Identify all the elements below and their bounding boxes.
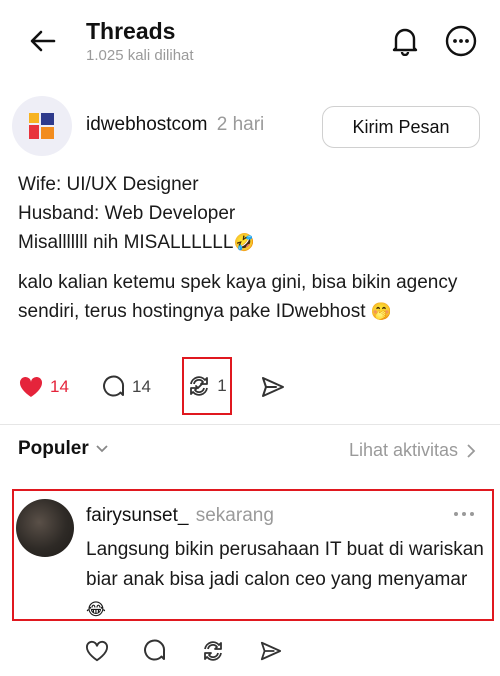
reply-more-button[interactable] [454, 509, 478, 519]
chevron-right-icon [467, 443, 476, 458]
comment-icon [103, 375, 125, 397]
share-button[interactable] [260, 362, 286, 412]
comment-icon [144, 639, 166, 661]
dot-icon [462, 512, 466, 516]
reply-like-button[interactable] [82, 636, 112, 666]
sort-dropdown[interactable]: Populer [18, 438, 109, 460]
dot-icon [470, 512, 474, 516]
post-author[interactable]: idwebhostcom 2 hari [86, 114, 264, 136]
reply-handle[interactable]: fairysunset_ [86, 505, 188, 526]
reply-item: fairysunset_ sekarang Langsung bikin per… [12, 489, 494, 621]
bell-icon [392, 28, 418, 56]
giggle-emoji: 🤭 [370, 302, 392, 322]
activity-label: Lihat aktivitas [348, 440, 458, 460]
reply-actions [0, 628, 500, 672]
heart-filled-icon [19, 376, 43, 397]
post-line-text: Misalllllll nih MISALLLLLL [18, 232, 234, 253]
more-options-button[interactable] [444, 24, 478, 58]
rofl-emoji: 🤣 [233, 233, 255, 253]
reply-text: Langsung bikin perusahaan IT buat di war… [86, 535, 486, 625]
post-line: Misalllllll nih MISALLLLLL🤣 [18, 228, 488, 258]
post-time: 2 hari [216, 114, 265, 135]
post-text-block-2: kalo kalian ketemu spek kaya gini, bisa … [18, 268, 488, 327]
author-handle[interactable]: idwebhostcom [86, 114, 207, 135]
reply-author[interactable]: fairysunset_ sekarang [86, 505, 274, 527]
reply-comment-button[interactable] [140, 636, 170, 666]
joy-emoji: 😂 [86, 600, 106, 620]
top-bar: Threads 1.025 kali dilihat [0, 0, 500, 82]
sort-label: Populer [18, 438, 89, 459]
chevron-down-icon [96, 445, 108, 453]
comment-button[interactable]: 14 [102, 362, 151, 412]
send-icon [262, 377, 284, 397]
reply-repost-button[interactable] [198, 636, 228, 666]
send-icon [260, 641, 282, 661]
repost-icon [190, 376, 209, 396]
heart-icon [86, 640, 108, 662]
reply-avatar[interactable] [16, 499, 74, 557]
post-line: Husband: Web Developer [18, 203, 236, 224]
view-activity-link[interactable]: Lihat aktivitas [349, 440, 476, 461]
like-count: 14 [50, 377, 69, 396]
back-button[interactable] [26, 24, 60, 58]
arrow-left-icon [30, 30, 56, 52]
like-button[interactable]: 14 [18, 362, 69, 412]
more-circle-icon [445, 25, 477, 57]
reply-body: Langsung bikin perusahaan IT buat di war… [86, 539, 484, 590]
repost-icon [204, 641, 222, 661]
post-actions: 14 14 1 [0, 357, 500, 415]
section-divider [0, 424, 500, 425]
send-message-button[interactable]: Kirim Pesan [322, 106, 480, 148]
comment-count: 14 [132, 377, 151, 396]
page-title: Threads [86, 18, 176, 44]
repost-button[interactable]: 1 [182, 357, 232, 415]
post-text-block-1: Wife: UI/UX Designer Husband: Web Develo… [18, 170, 488, 258]
notifications-button[interactable] [388, 24, 422, 58]
reply-time: sekarang [195, 505, 274, 526]
post-line: Wife: UI/UX Designer [18, 174, 199, 195]
view-count: 1.025 kali dilihat [86, 47, 194, 64]
reply-share-button[interactable] [256, 636, 286, 666]
dot-icon [454, 512, 458, 516]
repost-count: 1 [217, 376, 227, 395]
idwebhost-logo-icon [29, 113, 54, 139]
author-avatar[interactable] [12, 96, 72, 156]
